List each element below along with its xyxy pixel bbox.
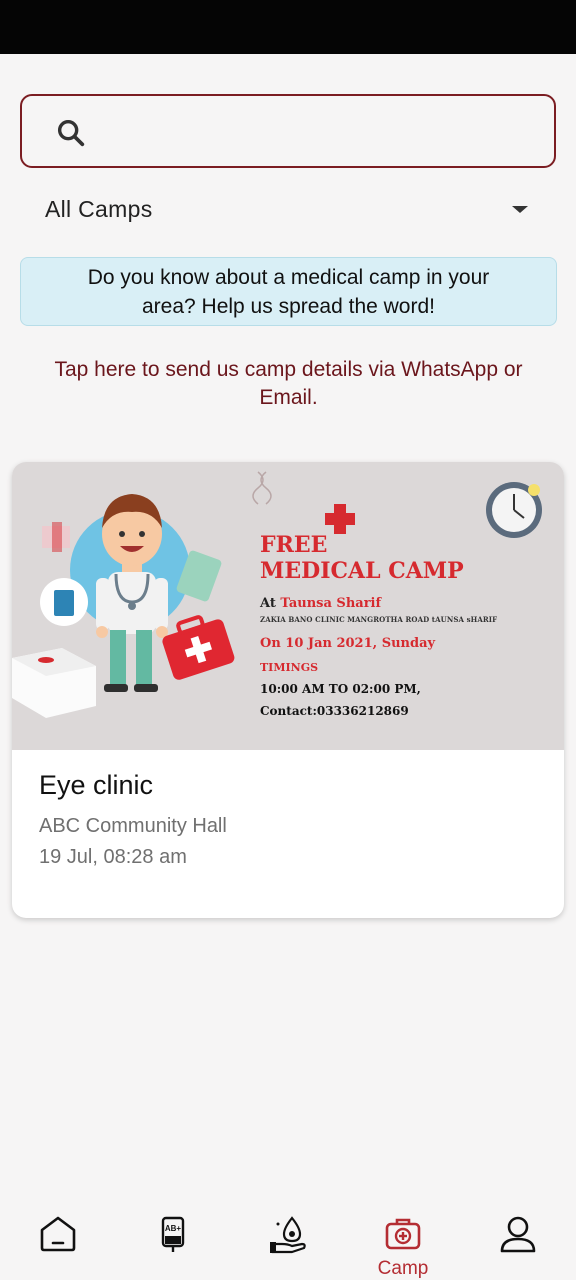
status-bar	[0, 0, 576, 54]
camp-banner-image: FREE MEDICAL CAMP At Taunsa Sharif ZAKIA…	[12, 462, 564, 750]
nav-camp-label: Camp	[377, 1258, 429, 1279]
banner-address: ZAKIA BANO CLINIC MANGROTHA ROAD tAUNSA …	[260, 615, 498, 624]
search-icon	[57, 119, 85, 147]
blood-type-text: AB+	[165, 1224, 182, 1233]
filter-label: All Camps	[45, 196, 153, 222]
banner-time: 10:00 AM TO 02:00 PM,	[260, 682, 421, 696]
camp-venue: ABC Community Hall	[39, 815, 227, 837]
info-banner: Do you know about a medical camp in your…	[20, 257, 557, 326]
banner-timings-label: TIMINGS	[260, 661, 319, 674]
banner-text: FREE MEDICAL CAMP At Taunsa Sharif ZAKIA…	[260, 532, 550, 718]
nav-home[interactable]	[23, 1214, 93, 1280]
send-camp-details-link[interactable]: Tap here to send us camp details via Wha…	[20, 356, 557, 412]
banner-date: On 10 Jan 2021, Sunday	[260, 636, 436, 651]
search-box[interactable]	[20, 94, 556, 168]
home-icon	[40, 1216, 76, 1252]
nav-donate[interactable]	[253, 1214, 323, 1280]
banner-contact: Contact:03336212869	[260, 704, 409, 718]
banner-at-label: At	[260, 596, 276, 611]
bottom-nav: AB+ Camp	[0, 1200, 576, 1280]
info-banner-text: Do you know about a medical camp in your…	[87, 265, 490, 318]
person-icon	[500, 1216, 536, 1253]
chevron-down-icon	[512, 206, 528, 213]
camp-datetime: 19 Jul, 08:28 am	[39, 846, 187, 868]
nav-blood[interactable]: AB+	[138, 1214, 208, 1280]
nav-camp[interactable]: Camp	[368, 1214, 438, 1280]
camp-title: Eye clinic	[39, 770, 154, 800]
camp-info: Eye clinic ABC Community Hall 19 Jul, 08…	[39, 770, 539, 869]
banner-title-line2: MEDICAL CAMP	[260, 558, 464, 584]
search-input[interactable]	[106, 110, 536, 152]
banner-title-line1: FREE	[260, 532, 328, 558]
camp-card[interactable]: FREE MEDICAL CAMP At Taunsa Sharif ZAKIA…	[12, 462, 564, 918]
blood-bag-icon: AB+	[161, 1216, 185, 1252]
nav-profile[interactable]	[483, 1214, 553, 1280]
banner-location: At Taunsa Sharif	[260, 596, 550, 611]
medical-kit-icon	[385, 1218, 421, 1250]
banner-location-name: Taunsa Sharif	[280, 596, 382, 611]
camp-filter-dropdown[interactable]: All Camps	[20, 188, 556, 232]
donate-drop-icon	[270, 1216, 306, 1254]
